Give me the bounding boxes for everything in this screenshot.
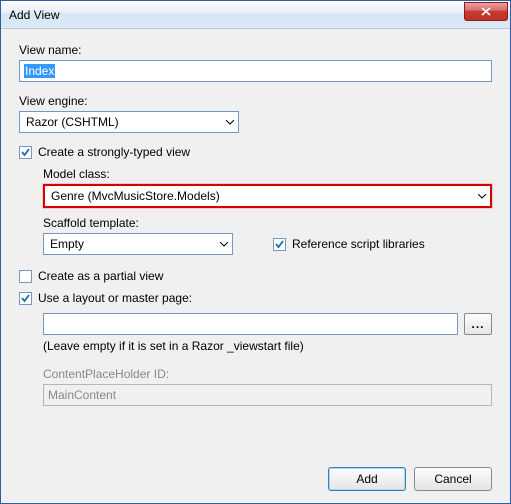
use-layout-checkbox[interactable] bbox=[19, 292, 32, 305]
view-name-label: View name: bbox=[19, 43, 492, 57]
layout-hint: (Leave empty if it is set in a Razor _vi… bbox=[43, 339, 492, 353]
view-engine-label: View engine: bbox=[19, 94, 492, 108]
close-icon bbox=[481, 7, 491, 16]
model-class-value: Genre (MvcMusicStore.Models) bbox=[51, 189, 472, 203]
placeholder-id-label: ContentPlaceHolder ID: bbox=[43, 367, 492, 381]
dialog-title: Add View bbox=[9, 8, 464, 22]
layout-path-input[interactable] bbox=[43, 313, 458, 335]
scaffold-label: Scaffold template: bbox=[43, 216, 492, 230]
model-class-combo[interactable]: Genre (MvcMusicStore.Models) bbox=[43, 184, 492, 208]
partial-view-label: Create as a partial view bbox=[38, 269, 163, 283]
add-view-dialog: Add View View name: Index View engine: R… bbox=[0, 0, 511, 504]
chevron-down-icon bbox=[472, 186, 490, 206]
model-class-label: Model class: bbox=[43, 167, 492, 181]
view-name-value: Index bbox=[24, 64, 55, 78]
view-name-input[interactable]: Index bbox=[19, 60, 492, 82]
partial-view-checkbox[interactable] bbox=[19, 270, 32, 283]
add-button[interactable]: Add bbox=[328, 467, 406, 491]
strongly-typed-label: Create a strongly-typed view bbox=[38, 145, 190, 159]
cancel-button-label: Cancel bbox=[434, 472, 471, 486]
browse-button[interactable]: ... bbox=[464, 313, 492, 335]
scaffold-value: Empty bbox=[50, 237, 214, 251]
placeholder-id-input bbox=[43, 384, 492, 406]
add-button-label: Add bbox=[356, 472, 377, 486]
chevron-down-icon bbox=[214, 234, 232, 254]
strongly-typed-checkbox[interactable] bbox=[19, 146, 32, 159]
chevron-down-icon bbox=[220, 112, 238, 132]
titlebar: Add View bbox=[1, 1, 510, 29]
cancel-button[interactable]: Cancel bbox=[414, 467, 492, 491]
view-engine-value: Razor (CSHTML) bbox=[26, 115, 220, 129]
browse-label: ... bbox=[471, 317, 484, 331]
reference-scripts-label: Reference script libraries bbox=[292, 237, 425, 251]
reference-scripts-checkbox[interactable] bbox=[273, 238, 286, 251]
dialog-content: View name: Index View engine: Razor (CSH… bbox=[1, 29, 510, 503]
view-engine-combo[interactable]: Razor (CSHTML) bbox=[19, 111, 239, 133]
use-layout-label: Use a layout or master page: bbox=[38, 291, 192, 305]
scaffold-combo[interactable]: Empty bbox=[43, 233, 233, 255]
close-button[interactable] bbox=[464, 2, 508, 21]
